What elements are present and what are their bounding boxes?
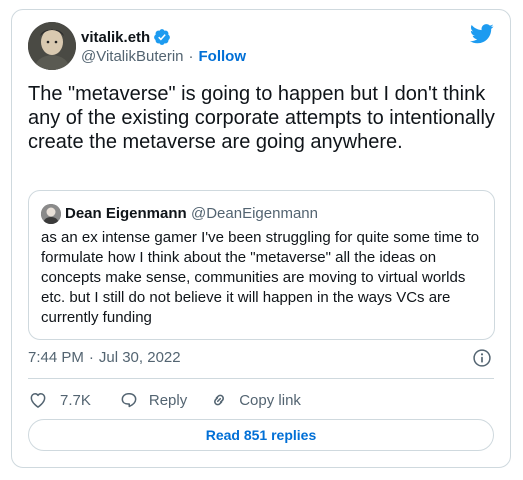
timestamp-separator: ·	[88, 349, 94, 366]
quoted-author-handle[interactable]: @DeanEigenmann	[191, 205, 318, 222]
author-name[interactable]: vitalik.eth	[81, 28, 171, 46]
like-button[interactable]: 7.7K	[28, 390, 91, 410]
verified-badge-icon	[154, 29, 171, 45]
reply-label: Reply	[148, 391, 188, 409]
link-icon	[214, 394, 225, 406]
avatar-image	[28, 22, 76, 70]
tweet-time[interactable]: 7:44 PM	[28, 349, 84, 366]
tweet-date[interactable]: Jul 30, 2022	[99, 349, 181, 366]
tweet-text: The "metaverse" is going to happen but I…	[28, 83, 495, 153]
quoted-tweet[interactable]: Dean Eigenmann @DeanEigenmann as an ex i…	[28, 190, 495, 340]
read-replies-button[interactable]: Read 851 replies	[28, 419, 494, 451]
reply-bubble-icon	[121, 393, 137, 408]
tweet-timestamp[interactable]: 7:44 PM · Jul 30, 2022	[28, 349, 181, 366]
action-bar: 7.7K Reply Copy link	[28, 388, 325, 412]
author-name-text[interactable]: vitalik.eth	[81, 29, 150, 46]
copy-link-label: Copy link	[239, 391, 301, 409]
info-icon[interactable]	[472, 348, 492, 368]
heart-icon	[30, 393, 46, 408]
divider	[28, 378, 494, 379]
tweet-card: vitalik.eth @VitalikButerin · Follow The…	[11, 9, 511, 468]
handle-separator: ·	[188, 48, 194, 65]
quoted-author-avatar[interactable]	[41, 204, 61, 224]
author-handle-line: @VitalikButerin · Follow	[81, 48, 246, 65]
quoted-avatar-image	[41, 204, 61, 224]
copy-link-button[interactable]: Copy link	[209, 390, 301, 410]
follow-button[interactable]: Follow	[199, 48, 247, 65]
quoted-tweet-text: as an ex intense gamer I've been struggl…	[41, 229, 480, 326]
author-avatar[interactable]	[28, 22, 76, 70]
twitter-bird-icon[interactable]	[470, 24, 494, 44]
reply-button[interactable]: Reply	[119, 390, 187, 410]
quoted-author-name[interactable]: Dean Eigenmann	[65, 205, 187, 222]
author-handle[interactable]: @VitalikButerin	[81, 48, 184, 65]
like-count: 7.7K	[60, 391, 91, 409]
